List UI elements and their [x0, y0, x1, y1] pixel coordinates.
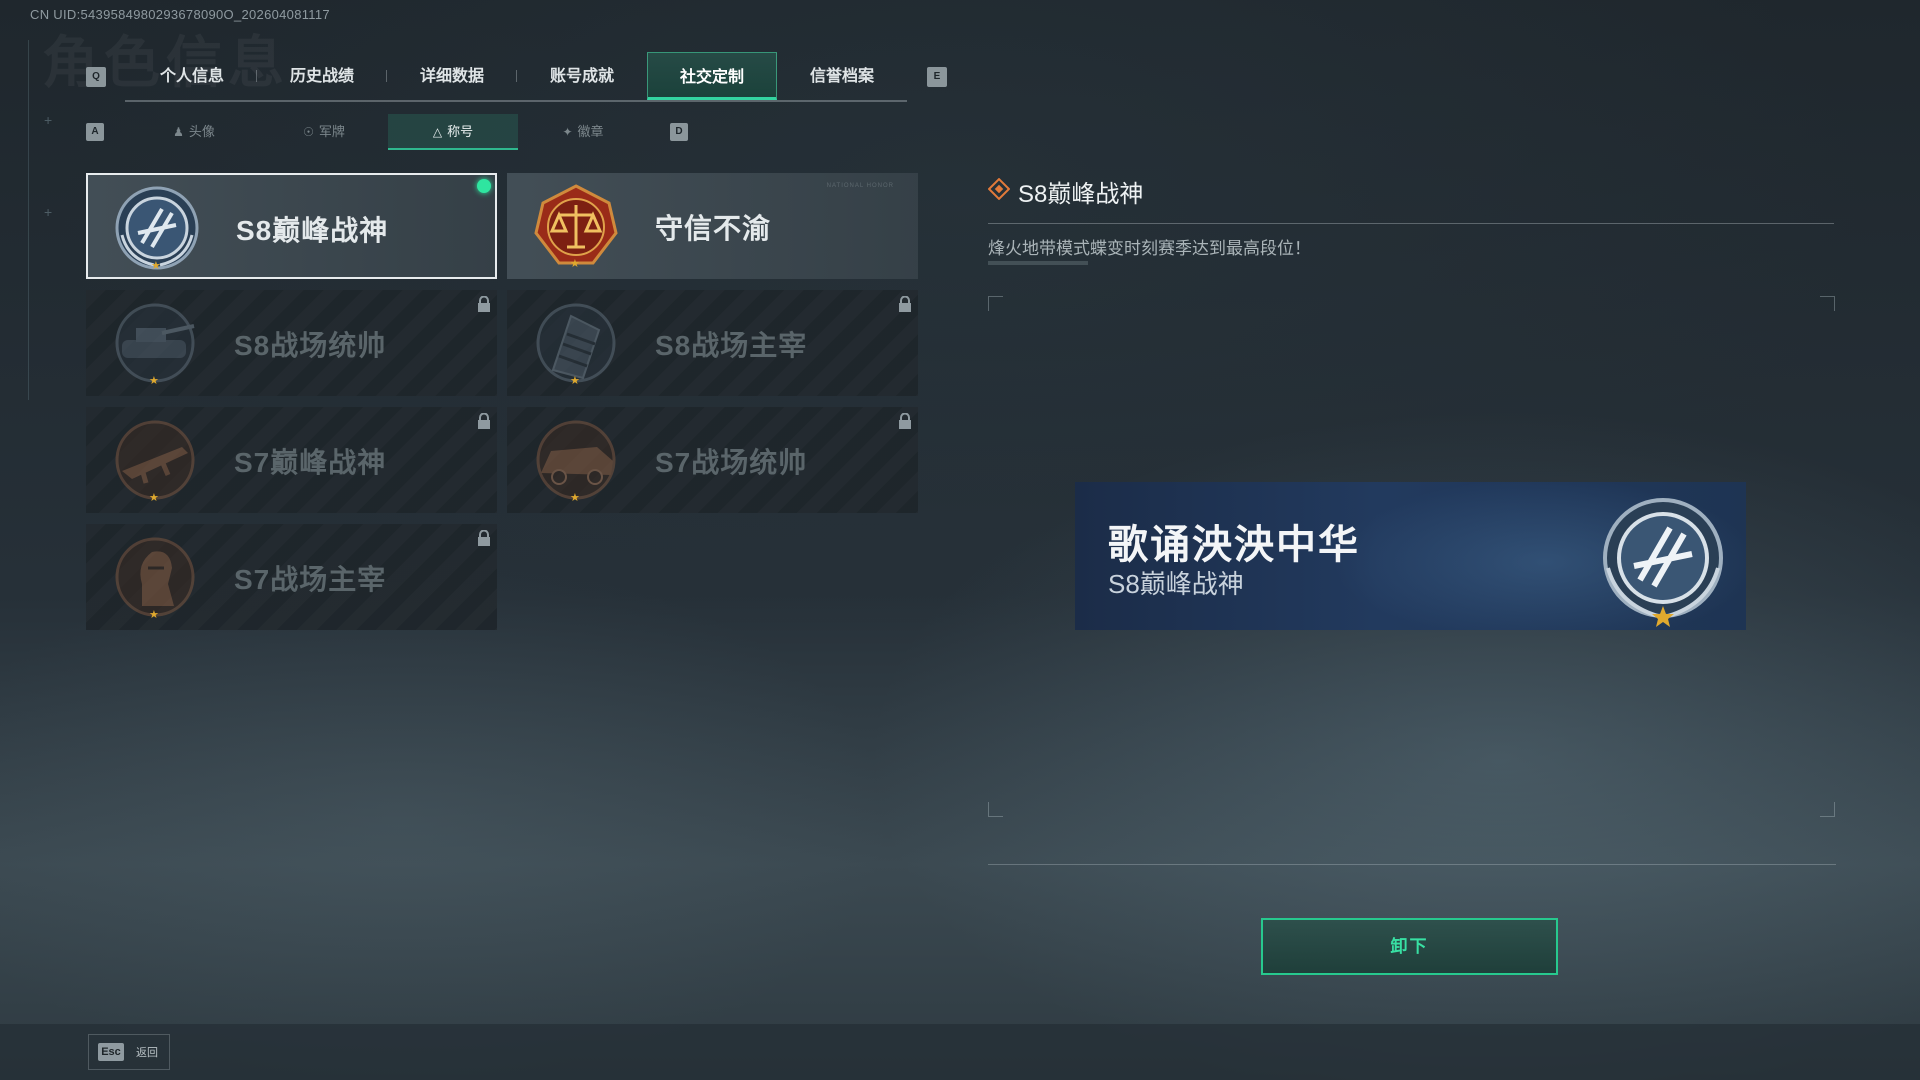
title-card-name: S7战场统帅 [655, 447, 808, 478]
subtab-title[interactable]: △ 称号 [388, 114, 518, 150]
divider [988, 223, 1834, 224]
back-button[interactable]: Esc 返回 [88, 1034, 170, 1070]
title-card-keep-faith[interactable]: ★ 守信不渝 NATIONAL HONOR [507, 173, 918, 279]
decorative-line [28, 40, 29, 400]
star-icon: ★ [570, 492, 580, 504]
tab-achievements[interactable]: 账号成就 [517, 52, 647, 100]
title-card-name: S7巅峰战神 [234, 447, 387, 478]
subtab-badge[interactable]: ✦ 徽章 [518, 114, 648, 150]
title-card-s8-commander[interactable]: ★ S8战场统帅 [86, 290, 497, 396]
title-card-name: S8战场主宰 [655, 330, 808, 361]
star-icon: ★ [570, 375, 580, 387]
person-icon: ♟ [173, 125, 184, 139]
star-icon: ★ [149, 609, 159, 621]
tab-social-custom[interactable]: 社交定制 [647, 52, 777, 100]
subtab-avatar[interactable]: ♟ 头像 [129, 114, 259, 150]
wreath-emblem-icon [1603, 498, 1723, 627]
title-preview-banner: 歌诵泱泱中华 S8巅峰战神 [1075, 482, 1746, 630]
title-card-name: S7战场主宰 [234, 564, 387, 595]
lock-icon [478, 413, 490, 429]
title-card-s8-peak[interactable]: ★ S8巅峰战神 [86, 173, 497, 279]
title-card-s7-commander[interactable]: ★ S7战场统帅 [507, 407, 918, 513]
title-card-s7-dominator[interactable]: ★ S7战场主宰 [86, 524, 497, 630]
tab-battle-history[interactable]: 历史战绩 [257, 52, 387, 100]
prev-subtab-key[interactable]: A [86, 123, 104, 141]
detail-title: S8巅峰战神 [1018, 181, 1144, 208]
esc-key: Esc [98, 1043, 124, 1061]
equipped-indicator [477, 179, 491, 193]
lock-icon [899, 413, 911, 429]
next-subtab-key[interactable]: D [670, 123, 688, 141]
detail-description: 烽火地带模式蝶变时刻赛季达到最高段位！ [988, 239, 1311, 258]
title-icon: △ [432, 125, 443, 139]
lock-icon [478, 296, 490, 312]
frame-corner [988, 802, 1003, 817]
subtab-label: 徽章 [577, 124, 604, 139]
star-icon: ★ [149, 375, 159, 387]
tab-credit-record[interactable]: 信誉档案 [777, 52, 907, 100]
title-card-s7-peak[interactable]: ★ S7巅峰战神 [86, 407, 497, 513]
plus-decoration-icon: + [44, 204, 53, 220]
tab-detailed-data[interactable]: 详细数据 [387, 52, 517, 100]
decorative-bar [988, 261, 1088, 265]
back-label: 返回 [136, 1047, 158, 1059]
next-tab-key[interactable]: E [927, 67, 947, 87]
diamond-icon [988, 178, 1010, 200]
subtab-dogtag[interactable]: ☉ 军牌 [259, 114, 389, 150]
preview-title: S8巅峰战神 [1108, 569, 1244, 599]
preview-player-name: 歌诵泱泱中华 [1108, 523, 1360, 567]
lock-icon [478, 530, 490, 546]
tab-personal-info[interactable]: 个人信息 [127, 52, 257, 100]
title-card-name: S8巅峰战神 [236, 215, 389, 246]
subtab-label: 头像 [188, 124, 215, 139]
prev-tab-key[interactable]: Q [86, 67, 106, 87]
star-icon: ★ [149, 492, 159, 504]
star-icon: ★ [151, 260, 161, 272]
dogtag-icon: ☉ [303, 125, 314, 139]
title-card-s8-dominator[interactable]: ★ S8战场主宰 [507, 290, 918, 396]
badge-icon: ✦ [562, 125, 573, 139]
plus-decoration-icon: + [44, 112, 53, 128]
title-card-name: S8战场统帅 [234, 330, 387, 361]
title-card-name: 守信不渝 [655, 213, 772, 244]
frame-corner [1820, 296, 1835, 311]
divider [988, 864, 1836, 865]
lock-icon [899, 296, 911, 312]
footer-bar [0, 1024, 1920, 1080]
unequip-button[interactable]: 卸下 [1261, 918, 1558, 975]
frame-corner [988, 296, 1003, 311]
star-icon: ★ [570, 258, 580, 270]
fine-print-decoration: NATIONAL HONOR [826, 183, 894, 189]
subtab-label: 称号 [447, 124, 474, 139]
frame-corner [1820, 802, 1835, 817]
subtab-label: 军牌 [318, 124, 345, 139]
